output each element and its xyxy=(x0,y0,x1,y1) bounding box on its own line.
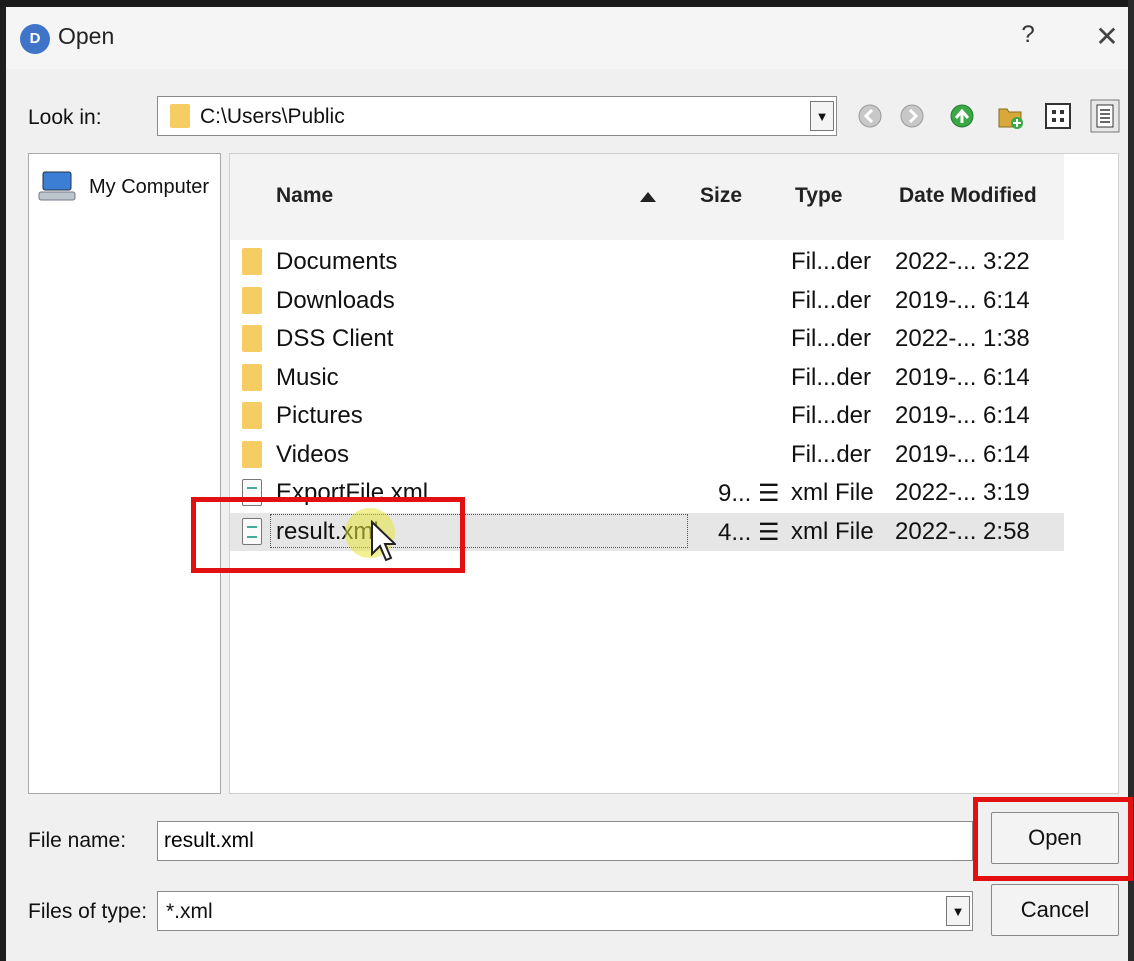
cancel-button[interactable]: Cancel xyxy=(991,884,1119,936)
file-row[interactable]: DSS Client Fil...der 2022-... 1:38 xyxy=(230,320,1064,358)
file-type: Fil...der xyxy=(791,402,872,429)
details-view-icon[interactable] xyxy=(1090,99,1120,133)
file-row[interactable]: Downloads Fil...der 2019-... 6:14 xyxy=(230,282,1064,320)
folder-icon xyxy=(170,104,190,128)
file-type: Fil...der xyxy=(791,325,872,352)
file-type-label: Files of type: xyxy=(28,900,148,923)
file-size: 4... ☰ xyxy=(718,519,780,546)
places-item-label: My Computer xyxy=(89,176,210,198)
folder-icon xyxy=(242,325,262,352)
column-header-size[interactable]: Size xyxy=(700,184,742,208)
file-type: xml File xyxy=(791,518,874,545)
folder-icon xyxy=(242,441,262,468)
look-in-combo[interactable]: C:\Users\Public ▼ xyxy=(157,96,837,136)
column-header-date-modified[interactable]: Date Modified xyxy=(899,184,1037,208)
file-row[interactable]: Videos Fil...der 2019-... 6:14 xyxy=(230,436,1064,474)
file-type-select[interactable]: *.xml ▼ xyxy=(157,891,973,931)
list-view-icon[interactable] xyxy=(1043,99,1073,133)
file-type: Fil...der xyxy=(791,287,872,314)
folder-icon xyxy=(242,287,262,314)
file-type-value: *.xml xyxy=(166,900,213,923)
chevron-down-icon[interactable]: ▼ xyxy=(810,101,834,131)
file-name: DSS Client xyxy=(276,325,394,352)
new-folder-icon[interactable] xyxy=(995,99,1025,133)
file-list-header: Name Size Type Date Modified xyxy=(230,154,1064,240)
column-header-name[interactable]: Name xyxy=(276,184,333,208)
window-title: Open xyxy=(58,23,115,49)
file-row[interactable]: Documents Fil...der 2022-... 3:22 xyxy=(230,243,1064,281)
file-date: 2019-... 6:14 xyxy=(895,364,1030,391)
background-app-edge xyxy=(0,0,6,961)
file-type: Fil...der xyxy=(791,248,872,275)
file-row[interactable]: Pictures Fil...der 2019-... 6:14 xyxy=(230,397,1064,435)
file-name-field[interactable] xyxy=(157,821,973,861)
places-item-my-computer[interactable]: My Computer xyxy=(29,154,220,224)
file-type: Fil...der xyxy=(791,364,872,391)
places-panel: My Computer xyxy=(28,153,221,794)
folder-icon xyxy=(242,402,262,429)
file-date: 2022-... 1:38 xyxy=(895,325,1030,352)
look-in-label: Look in: xyxy=(28,106,102,129)
forward-icon[interactable] xyxy=(897,99,927,133)
annotation-highlight-open-button xyxy=(973,797,1133,881)
file-row[interactable]: Music Fil...der 2019-... 6:14 xyxy=(230,359,1064,397)
file-date: 2019-... 6:14 xyxy=(895,402,1030,429)
chevron-down-icon[interactable]: ▼ xyxy=(946,896,970,926)
title-bar: D Open ? ✕ xyxy=(6,7,1128,69)
file-date: 2022-... 2:58 xyxy=(895,518,1030,545)
file-size: 9... ☰ xyxy=(718,480,780,507)
file-name: Music xyxy=(276,364,339,391)
mouse-cursor-icon xyxy=(371,520,396,562)
back-icon[interactable] xyxy=(855,99,885,133)
file-date: 2022-... 3:19 xyxy=(895,479,1030,506)
annotation-highlight-result-row xyxy=(191,497,465,573)
help-button[interactable]: ? xyxy=(1013,21,1043,57)
file-date: 2019-... 6:14 xyxy=(895,287,1030,314)
file-date: 2019-... 6:14 xyxy=(895,441,1030,468)
file-name: Pictures xyxy=(276,402,363,429)
file-type: xml File xyxy=(791,479,874,506)
app-logo-icon: D xyxy=(20,24,50,54)
file-name: Downloads xyxy=(276,287,395,314)
file-list: Name Size Type Date Modified Documents F… xyxy=(229,153,1119,794)
file-date: 2022-... 3:22 xyxy=(895,248,1030,275)
file-name: Videos xyxy=(276,441,349,468)
up-folder-icon[interactable] xyxy=(947,99,977,133)
background-app-strip xyxy=(0,0,1134,7)
file-type: Fil...der xyxy=(791,441,872,468)
look-in-value: C:\Users\Public xyxy=(200,105,345,128)
file-name-label: File name: xyxy=(28,829,127,852)
file-name: Documents xyxy=(276,248,398,275)
folder-icon xyxy=(242,248,262,275)
sort-ascending-icon xyxy=(640,192,656,202)
computer-icon xyxy=(37,170,76,202)
close-button[interactable]: ✕ xyxy=(1089,19,1125,55)
folder-icon xyxy=(242,364,262,391)
column-header-type[interactable]: Type xyxy=(795,184,842,208)
